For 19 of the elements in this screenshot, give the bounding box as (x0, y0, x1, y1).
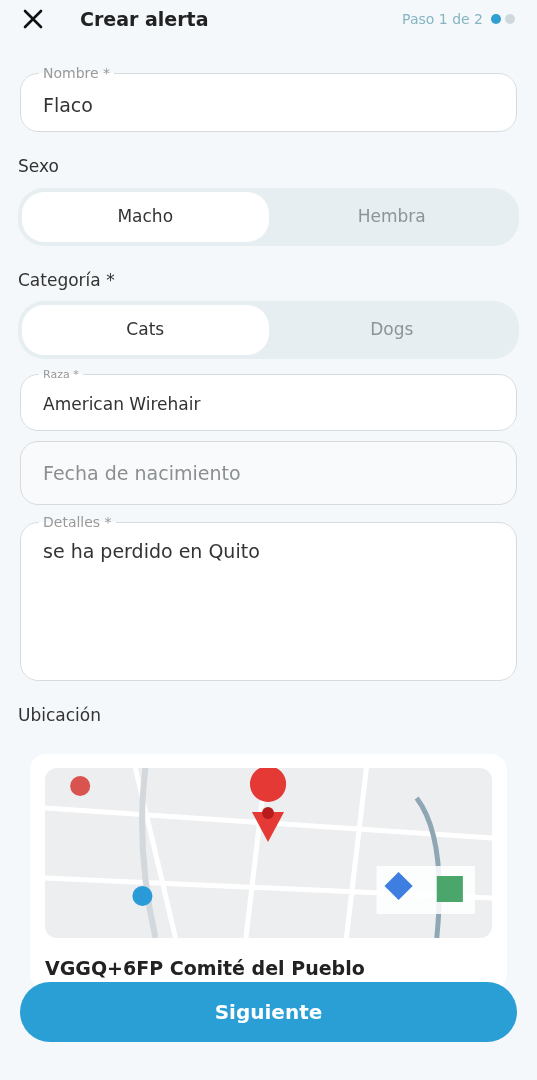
close-button[interactable] (22, 8, 44, 30)
address-text: VGGQ+6FP Comité del Pueblo (45, 956, 366, 981)
input-field[interactable]: Flaco (43, 78, 494, 131)
details-box[interactable]: Detalles * se ha perdido en Quito (20, 515, 517, 681)
segment-option[interactable]: Macho (22, 191, 269, 242)
details-field[interactable]: se ha perdido en Quito (43, 529, 494, 672)
screen-title: Crear alerta (80, 6, 209, 32)
segment-option[interactable]: Cats (22, 305, 269, 355)
input-field[interactable]: American Wirehair (43, 378, 494, 430)
close-icon (22, 8, 44, 30)
step-indicator: Paso 1 de 2 (402, 9, 483, 29)
floating-label: Detalles * (42, 515, 113, 529)
floating-label: Raza * (42, 369, 80, 380)
section-label: Ubicación (18, 703, 102, 727)
text-field[interactable]: Nombre * Flaco (20, 66, 517, 132)
field-label: Categoría * (18, 268, 116, 292)
field-label: Sexo (18, 155, 60, 178)
floating-label: Nombre * (42, 66, 112, 80)
text-field[interactable]: Raza * American Wirehair (20, 369, 517, 431)
